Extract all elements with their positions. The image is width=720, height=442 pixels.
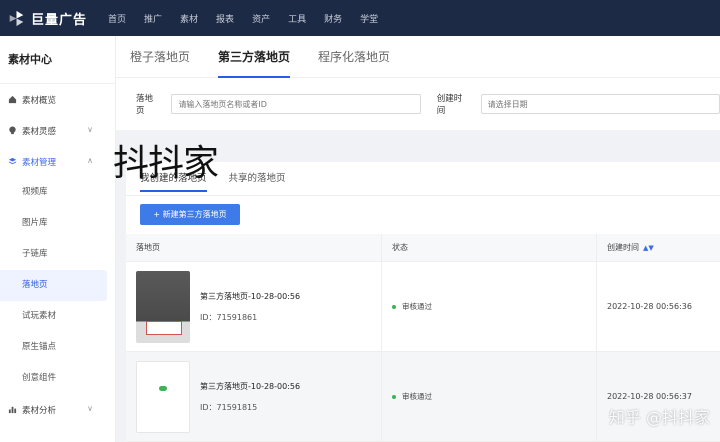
overlay-caption: 抖抖家	[113, 143, 219, 184]
top-nav: 首页 推广 素材 报表 资产 工具 财务 学堂	[100, 12, 396, 25]
topnav-item[interactable]: 财务	[324, 12, 342, 25]
sidebar-subitem[interactable]: 视频库	[0, 177, 115, 208]
date-picker-input[interactable]	[480, 94, 720, 114]
topnav-item[interactable]: 首页	[108, 12, 126, 25]
status-badge: 审核通过	[392, 391, 432, 402]
table-row[interactable]: 第三方落地页-10-28-00:56 ID：71591815 审核通过 2022-10…	[126, 352, 720, 442]
created-time: 2022-10-28 00:56:37	[607, 392, 692, 401]
sidebar-title: 素材中心	[0, 36, 115, 84]
tab-ownership[interactable]: 共享的落地页	[229, 170, 286, 192]
topnav-item[interactable]: 学堂	[360, 12, 378, 25]
header-name: 落地页	[136, 243, 160, 252]
status-badge: 审核通过	[392, 301, 432, 312]
chevron-icon: ∧	[87, 156, 93, 165]
landing-list-panel: 我创建的落地页 共享的落地页 + 新建第三方落地页 落地页 状态 创建时间 ▲▼ 第…	[126, 162, 720, 442]
sidebar-group[interactable]: 素材分析 ∨	[0, 394, 115, 425]
new-third-party-landing-button[interactable]: + 新建第三方落地页	[140, 204, 240, 225]
sort-icon[interactable]: ▲▼	[643, 244, 654, 252]
top-navigation-bar: 巨量广告 首页 推广 素材 报表 资产 工具 财务 学堂	[0, 0, 720, 36]
landing-id: ID：71591861	[200, 312, 258, 322]
landing-type-tabs: 橙子落地页 第三方落地页 程序化落地页	[116, 36, 720, 78]
sidebar-group-label: 素材概览	[22, 95, 57, 106]
landing-name[interactable]: 第三方落地页-10-28-00:56	[200, 291, 300, 302]
landing-id: ID：71591815	[200, 402, 258, 412]
filter-bar: 落地页 创建时间	[116, 78, 720, 130]
brand-name: 巨量广告	[31, 12, 88, 28]
sidebar-group[interactable]: 素材管理 ∧	[0, 146, 115, 177]
sidebar-group[interactable]: 素材灵感 ∨	[0, 115, 115, 146]
tab-landing-type[interactable]: 第三方落地页	[218, 36, 291, 78]
table-row[interactable]: 第三方落地页-10-28-00:56 ID：71591861 审核通过 2022-10…	[126, 262, 720, 352]
sidebar-subitem[interactable]: 创意组件	[0, 363, 115, 394]
tab-landing-type[interactable]: 橙子落地页	[130, 36, 190, 78]
status-dot-icon	[392, 304, 396, 309]
sidebar-menu: 素材概览 素材灵感 ∨ 素材管理 ∧ 视频库 图片库 子链库 落地页 试玩素材 原生锚点 创意组件 素材…	[0, 84, 115, 425]
layers-icon	[8, 157, 17, 166]
landing-filter-label: 落地页	[136, 94, 154, 116]
landing-name[interactable]: 第三方落地页-10-28-00:56	[200, 381, 300, 392]
sidebar-group-label: 素材分析	[22, 405, 57, 416]
topnav-item[interactable]: 推广	[144, 12, 162, 25]
sidebar-subitem[interactable]: 试玩素材	[0, 301, 115, 332]
brand-logo[interactable]: 巨量广告	[8, 9, 100, 28]
header-status: 状态	[381, 234, 596, 261]
logo-icon	[9, 10, 24, 26]
sidebar-group[interactable]: 素材概览	[0, 84, 115, 115]
chevron-icon: ∨	[87, 125, 93, 134]
status-dot-icon	[392, 394, 396, 399]
bulb-icon	[8, 126, 17, 135]
chevron-icon: ∨	[87, 404, 93, 413]
sidebar-subitem[interactable]: 图片库	[0, 208, 115, 239]
created-time-label: 创建时间	[436, 94, 463, 116]
topnav-item[interactable]: 报表	[216, 12, 234, 25]
sidebar-group-label: 素材灵感	[22, 126, 57, 137]
tab-landing-type[interactable]: 程序化落地页	[318, 36, 390, 78]
main-content: 橙子落地页第三方落地页程序化落地页 落地页 创建时间 我创建的落地页共享的落地页…	[116, 36, 720, 442]
landing-thumbnail[interactable]	[136, 360, 190, 433]
topnav-item[interactable]: 工具	[288, 12, 306, 25]
created-time: 2022-10-28 00:56:36	[607, 302, 692, 311]
landing-thumbnail[interactable]	[136, 270, 190, 343]
sidebar: 素材中心 素材概览素材灵感 ∨ 素材管理 ∧ 视频库 图片库 子链库 落地页 试玩素材 原生锚点创…	[0, 36, 116, 442]
watermark: 知乎 @抖抖家	[608, 408, 710, 427]
chart-icon	[8, 405, 17, 414]
sidebar-group-label: 素材管理	[22, 157, 57, 168]
landing-search-input[interactable]	[171, 94, 421, 114]
topnav-item[interactable]: 素材	[180, 12, 198, 25]
topnav-item[interactable]: 资产	[252, 12, 270, 25]
home-icon	[8, 95, 17, 104]
table-header: 落地页 状态 创建时间 ▲▼	[126, 234, 720, 262]
sidebar-subitem[interactable]: 落地页	[0, 270, 107, 301]
sidebar-subitem[interactable]: 原生锚点	[0, 332, 115, 363]
sidebar-subitem[interactable]: 子链库	[0, 239, 115, 270]
header-created[interactable]: 创建时间 ▲▼	[596, 234, 720, 261]
